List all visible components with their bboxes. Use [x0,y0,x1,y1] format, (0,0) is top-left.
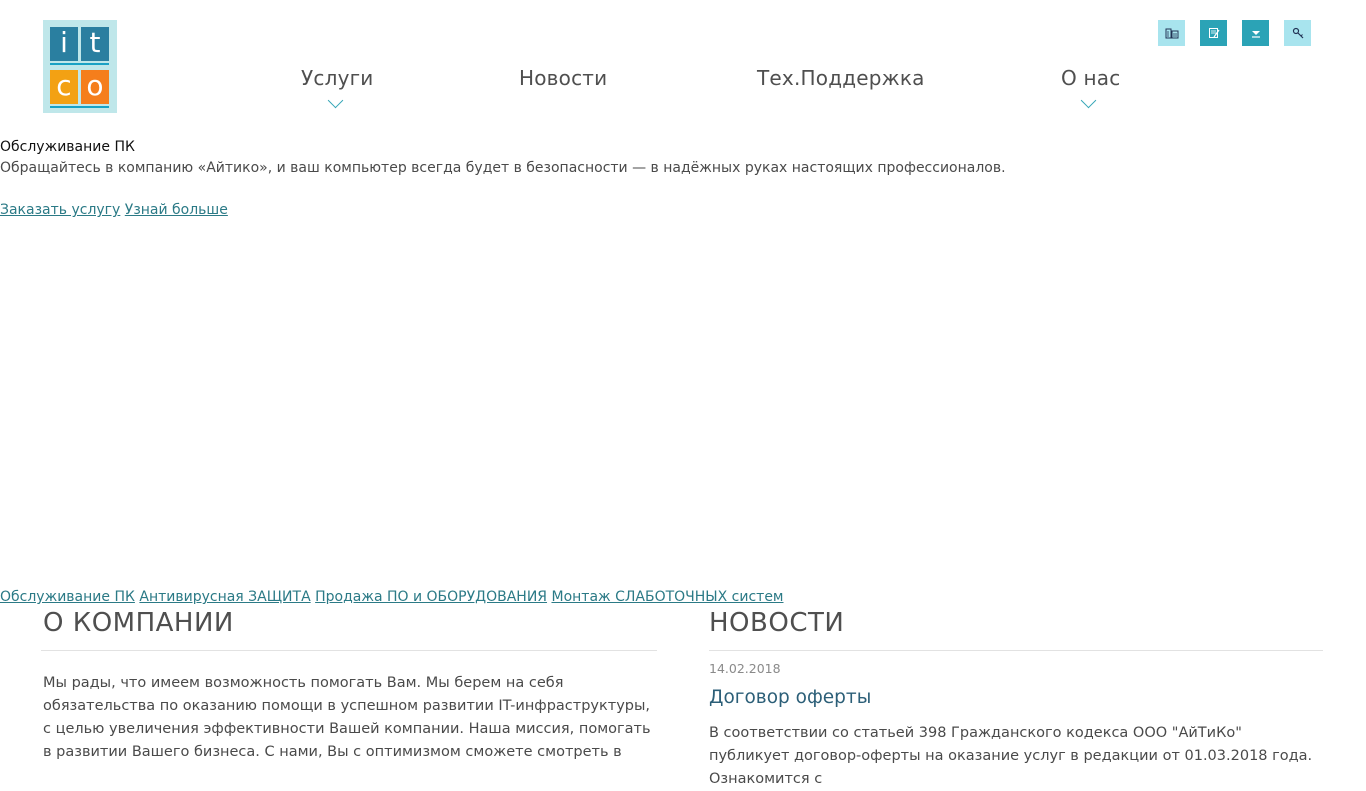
hero-description: Обращайтесь в компанию «Айтико», и ваш к… [0,160,1006,176]
news-date: 14.02.2018 [709,661,781,676]
logo-letter-c: c [50,70,78,104]
about-text: Мы рады, что имеем возможность помогать … [43,675,651,760]
building-icon[interactable] [1158,20,1185,46]
chevron-down-icon[interactable] [1080,92,1097,109]
chevron-down-icon[interactable] [327,92,344,109]
services-links: Обслуживание ПК Антивирусная ЗАЩИТА Прод… [0,589,784,605]
service-link-pc[interactable]: Обслуживание ПК [0,589,135,605]
order-service-link[interactable]: Заказать услугу [0,202,120,218]
download-icon[interactable] [1242,20,1269,46]
service-link-antivirus[interactable]: Антивирусная ЗАЩИТА [139,589,310,605]
news-title-link[interactable]: Договор оферты [709,687,871,708]
edit-icon[interactable] [1200,20,1227,46]
logo-divider [50,63,109,65]
service-link-sales[interactable]: Продажа ПО и ОБОРУДОВАНИЯ [315,589,547,605]
logo-letter-i: i [50,27,78,61]
news-divider [709,650,1323,651]
about-divider [41,650,657,651]
service-link-cabling[interactable]: Монтаж СЛАБОТОЧНЫХ систем [551,589,783,605]
learn-more-link[interactable]: Узнай больше [125,202,228,218]
about-heading: О КОМПАНИИ [43,608,234,638]
key-icon[interactable] [1284,20,1311,46]
nav-about[interactable]: О нас [1061,66,1120,90]
logo-divider [50,106,109,108]
site-logo[interactable]: i t c o [43,20,117,113]
logo-letter-o: o [81,70,109,104]
hero-links: Заказать услугу Узнай больше [0,202,228,218]
logo-letter-t: t [81,27,109,61]
nav-news[interactable]: Новости [519,66,607,90]
hero-title: Обслуживание ПК [0,139,135,155]
news-heading: НОВОСТИ [709,608,845,638]
nav-support[interactable]: Тех.Поддержка [757,66,925,90]
news-text: В соответствии со статьей 398 Гражданско… [709,725,1313,787]
nav-services[interactable]: Услуги [301,66,374,90]
